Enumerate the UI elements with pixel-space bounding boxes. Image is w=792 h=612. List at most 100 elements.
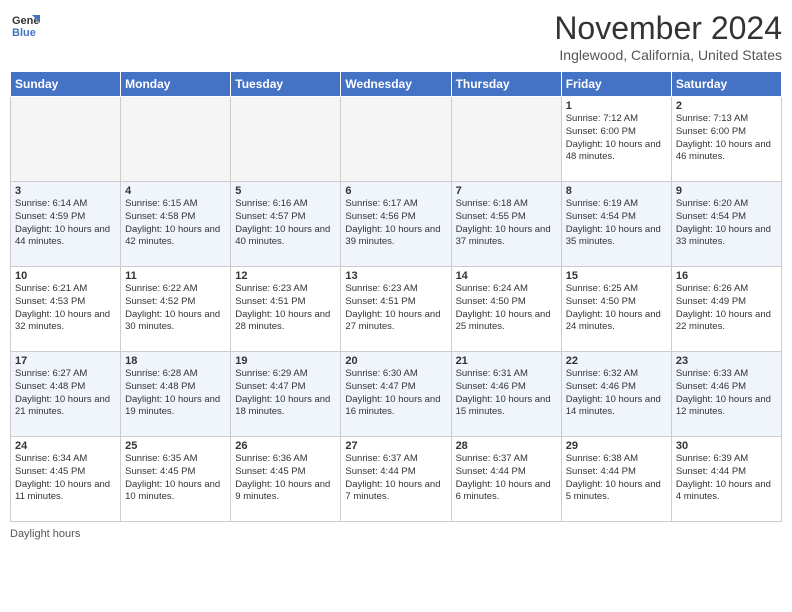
day-info: Sunrise: 6:18 AM Sunset: 4:55 PM Dayligh… [456, 198, 557, 249]
calendar-cell: 16Sunrise: 6:26 AM Sunset: 4:49 PM Dayli… [671, 267, 781, 352]
calendar-header-saturday: Saturday [671, 72, 781, 97]
logo: General Blue [10, 10, 40, 40]
day-number: 13 [345, 270, 446, 282]
day-number: 22 [566, 355, 667, 367]
calendar-cell: 12Sunrise: 6:23 AM Sunset: 4:51 PM Dayli… [231, 267, 341, 352]
calendar-header-wednesday: Wednesday [341, 72, 451, 97]
day-info: Sunrise: 6:33 AM Sunset: 4:46 PM Dayligh… [676, 368, 777, 419]
month-title: November 2024 [554, 10, 782, 47]
day-info: Sunrise: 6:16 AM Sunset: 4:57 PM Dayligh… [235, 198, 336, 249]
calendar-cell: 29Sunrise: 6:38 AM Sunset: 4:44 PM Dayli… [561, 437, 671, 522]
day-number: 1 [566, 100, 667, 112]
day-info: Sunrise: 6:22 AM Sunset: 4:52 PM Dayligh… [125, 283, 226, 334]
day-info: Sunrise: 6:30 AM Sunset: 4:47 PM Dayligh… [345, 368, 446, 419]
footer: Daylight hours [10, 528, 782, 540]
calendar-cell: 27Sunrise: 6:37 AM Sunset: 4:44 PM Dayli… [341, 437, 451, 522]
calendar-cell: 13Sunrise: 6:23 AM Sunset: 4:51 PM Dayli… [341, 267, 451, 352]
calendar-week-3: 10Sunrise: 6:21 AM Sunset: 4:53 PM Dayli… [11, 267, 782, 352]
day-number: 16 [676, 270, 777, 282]
calendar-cell: 20Sunrise: 6:30 AM Sunset: 4:47 PM Dayli… [341, 352, 451, 437]
day-info: Sunrise: 6:19 AM Sunset: 4:54 PM Dayligh… [566, 198, 667, 249]
day-info: Sunrise: 6:24 AM Sunset: 4:50 PM Dayligh… [456, 283, 557, 334]
day-info: Sunrise: 6:35 AM Sunset: 4:45 PM Dayligh… [125, 453, 226, 504]
calendar-cell: 14Sunrise: 6:24 AM Sunset: 4:50 PM Dayli… [451, 267, 561, 352]
calendar: SundayMondayTuesdayWednesdayThursdayFrid… [10, 71, 782, 522]
calendar-cell: 7Sunrise: 6:18 AM Sunset: 4:55 PM Daylig… [451, 182, 561, 267]
calendar-week-2: 3Sunrise: 6:14 AM Sunset: 4:59 PM Daylig… [11, 182, 782, 267]
calendar-cell [231, 97, 341, 182]
day-info: Sunrise: 6:38 AM Sunset: 4:44 PM Dayligh… [566, 453, 667, 504]
day-number: 14 [456, 270, 557, 282]
title-block: November 2024 Inglewood, California, Uni… [554, 10, 782, 63]
day-number: 15 [566, 270, 667, 282]
day-info: Sunrise: 6:28 AM Sunset: 4:48 PM Dayligh… [125, 368, 226, 419]
svg-text:Blue: Blue [12, 27, 36, 39]
calendar-header-monday: Monday [121, 72, 231, 97]
day-info: Sunrise: 6:31 AM Sunset: 4:46 PM Dayligh… [456, 368, 557, 419]
day-info: Sunrise: 6:37 AM Sunset: 4:44 PM Dayligh… [456, 453, 557, 504]
day-number: 27 [345, 440, 446, 452]
day-info: Sunrise: 7:13 AM Sunset: 6:00 PM Dayligh… [676, 113, 777, 164]
page-header: General Blue November 2024 Inglewood, Ca… [10, 10, 782, 63]
day-number: 6 [345, 185, 446, 197]
calendar-cell: 21Sunrise: 6:31 AM Sunset: 4:46 PM Dayli… [451, 352, 561, 437]
day-number: 26 [235, 440, 336, 452]
day-info: Sunrise: 6:26 AM Sunset: 4:49 PM Dayligh… [676, 283, 777, 334]
calendar-cell: 9Sunrise: 6:20 AM Sunset: 4:54 PM Daylig… [671, 182, 781, 267]
calendar-cell [451, 97, 561, 182]
calendar-week-1: 1Sunrise: 7:12 AM Sunset: 6:00 PM Daylig… [11, 97, 782, 182]
calendar-cell: 22Sunrise: 6:32 AM Sunset: 4:46 PM Dayli… [561, 352, 671, 437]
calendar-header-sunday: Sunday [11, 72, 121, 97]
day-info: Sunrise: 6:34 AM Sunset: 4:45 PM Dayligh… [15, 453, 116, 504]
calendar-cell [341, 97, 451, 182]
day-number: 29 [566, 440, 667, 452]
day-number: 19 [235, 355, 336, 367]
calendar-cell: 15Sunrise: 6:25 AM Sunset: 4:50 PM Dayli… [561, 267, 671, 352]
calendar-cell: 6Sunrise: 6:17 AM Sunset: 4:56 PM Daylig… [341, 182, 451, 267]
day-number: 30 [676, 440, 777, 452]
calendar-cell: 3Sunrise: 6:14 AM Sunset: 4:59 PM Daylig… [11, 182, 121, 267]
day-number: 18 [125, 355, 226, 367]
calendar-cell: 25Sunrise: 6:35 AM Sunset: 4:45 PM Dayli… [121, 437, 231, 522]
day-info: Sunrise: 6:39 AM Sunset: 4:44 PM Dayligh… [676, 453, 777, 504]
day-number: 17 [15, 355, 116, 367]
calendar-cell: 18Sunrise: 6:28 AM Sunset: 4:48 PM Dayli… [121, 352, 231, 437]
day-info: Sunrise: 6:29 AM Sunset: 4:47 PM Dayligh… [235, 368, 336, 419]
day-number: 23 [676, 355, 777, 367]
day-number: 25 [125, 440, 226, 452]
calendar-week-4: 17Sunrise: 6:27 AM Sunset: 4:48 PM Dayli… [11, 352, 782, 437]
day-info: Sunrise: 6:21 AM Sunset: 4:53 PM Dayligh… [15, 283, 116, 334]
calendar-header-row: SundayMondayTuesdayWednesdayThursdayFrid… [11, 72, 782, 97]
calendar-cell: 24Sunrise: 6:34 AM Sunset: 4:45 PM Dayli… [11, 437, 121, 522]
calendar-cell: 23Sunrise: 6:33 AM Sunset: 4:46 PM Dayli… [671, 352, 781, 437]
day-number: 10 [15, 270, 116, 282]
calendar-cell: 17Sunrise: 6:27 AM Sunset: 4:48 PM Dayli… [11, 352, 121, 437]
logo-icon: General Blue [10, 10, 40, 40]
day-number: 9 [676, 185, 777, 197]
day-info: Sunrise: 6:23 AM Sunset: 4:51 PM Dayligh… [235, 283, 336, 334]
day-number: 7 [456, 185, 557, 197]
calendar-cell [121, 97, 231, 182]
day-info: Sunrise: 6:27 AM Sunset: 4:48 PM Dayligh… [15, 368, 116, 419]
day-number: 12 [235, 270, 336, 282]
calendar-cell: 19Sunrise: 6:29 AM Sunset: 4:47 PM Dayli… [231, 352, 341, 437]
calendar-cell: 10Sunrise: 6:21 AM Sunset: 4:53 PM Dayli… [11, 267, 121, 352]
calendar-header-friday: Friday [561, 72, 671, 97]
day-number: 11 [125, 270, 226, 282]
day-number: 4 [125, 185, 226, 197]
calendar-cell: 5Sunrise: 6:16 AM Sunset: 4:57 PM Daylig… [231, 182, 341, 267]
calendar-cell: 8Sunrise: 6:19 AM Sunset: 4:54 PM Daylig… [561, 182, 671, 267]
day-number: 21 [456, 355, 557, 367]
day-info: Sunrise: 6:17 AM Sunset: 4:56 PM Dayligh… [345, 198, 446, 249]
footer-text: Daylight hours [10, 528, 80, 540]
day-info: Sunrise: 6:23 AM Sunset: 4:51 PM Dayligh… [345, 283, 446, 334]
day-number: 5 [235, 185, 336, 197]
location: Inglewood, California, United States [554, 47, 782, 63]
day-info: Sunrise: 6:20 AM Sunset: 4:54 PM Dayligh… [676, 198, 777, 249]
day-info: Sunrise: 7:12 AM Sunset: 6:00 PM Dayligh… [566, 113, 667, 164]
calendar-cell: 1Sunrise: 7:12 AM Sunset: 6:00 PM Daylig… [561, 97, 671, 182]
calendar-cell: 2Sunrise: 7:13 AM Sunset: 6:00 PM Daylig… [671, 97, 781, 182]
calendar-cell: 4Sunrise: 6:15 AM Sunset: 4:58 PM Daylig… [121, 182, 231, 267]
day-number: 24 [15, 440, 116, 452]
calendar-cell: 28Sunrise: 6:37 AM Sunset: 4:44 PM Dayli… [451, 437, 561, 522]
